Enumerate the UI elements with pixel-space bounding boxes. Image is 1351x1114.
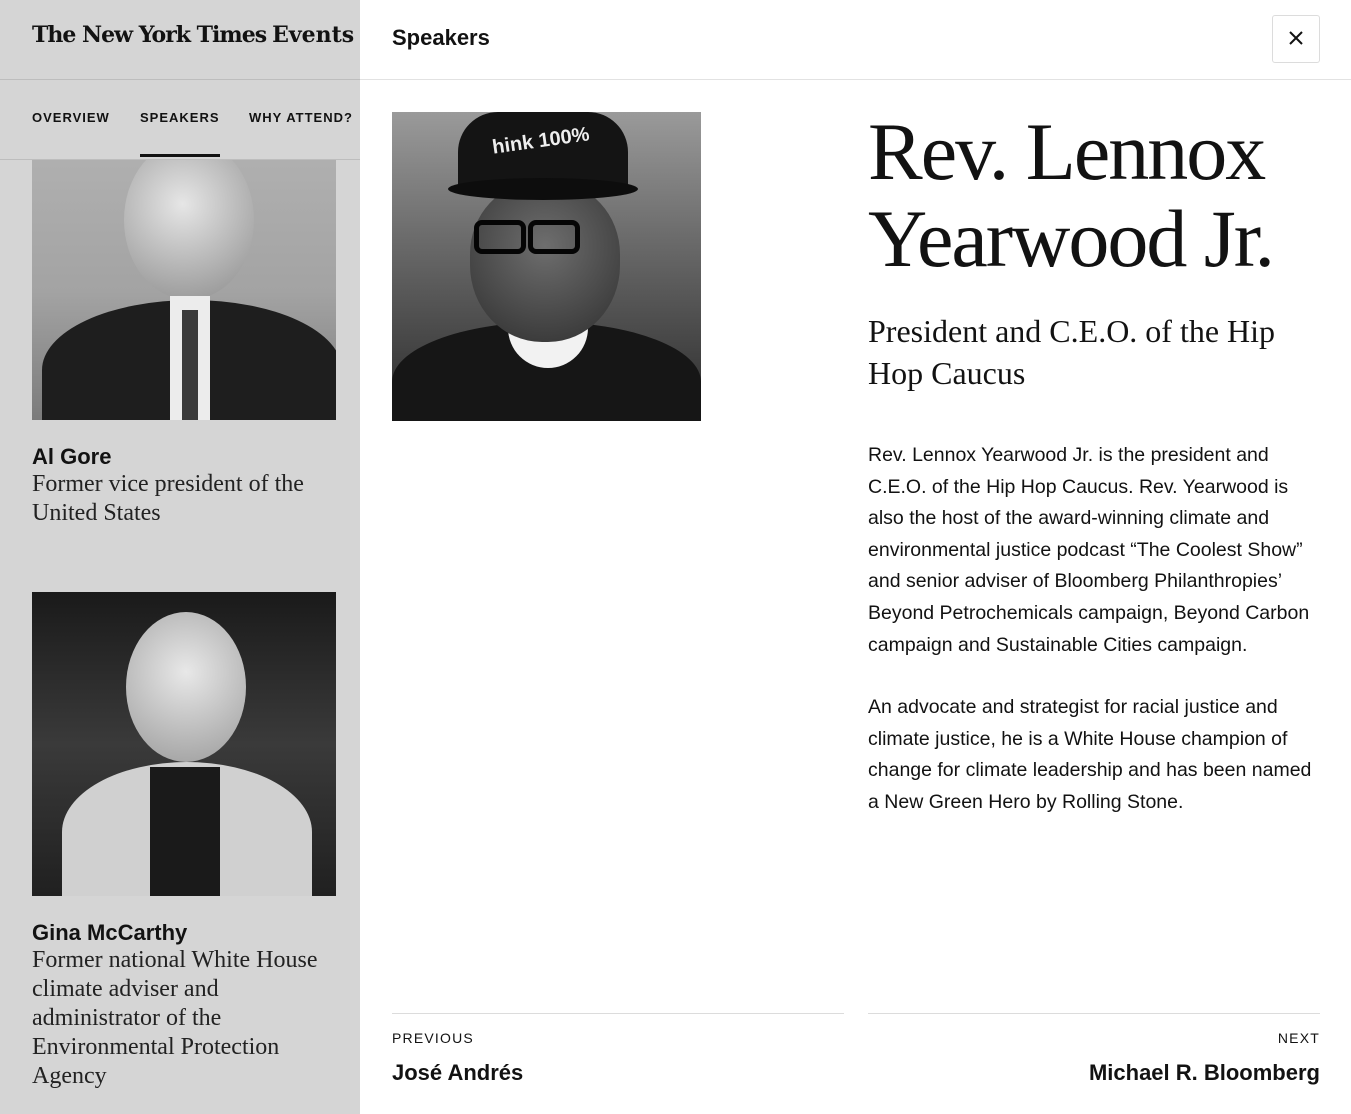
modal-title: Speakers	[392, 25, 490, 50]
tab-why-attend[interactable]: WHY ATTEND?	[249, 110, 353, 125]
previous-speaker-name: José Andrés	[392, 1060, 524, 1085]
nyt-wordmark: The New York Times	[32, 22, 267, 48]
speaker-title: Former national White House climate advi…	[32, 947, 318, 1089]
speaker-title: Former vice president of the United Stat…	[32, 471, 304, 526]
modal-header: Speakers	[360, 0, 1351, 80]
speaker-card-gina-mccarthy[interactable]: Gina McCarthy Former national White Hous…	[32, 592, 336, 1091]
close-button[interactable]	[1272, 15, 1320, 63]
site-header: The New York Times Events	[0, 0, 360, 80]
speaker-name-heading: Rev. Lennox Yearwood Jr.	[868, 106, 1275, 284]
previous-label: PREVIOUS	[392, 1030, 474, 1046]
tab-overview[interactable]: OVERVIEW	[32, 110, 110, 125]
next-speaker-name: Michael R. Bloomberg	[1088, 1060, 1320, 1085]
close-icon	[1288, 30, 1304, 49]
speaker-role: President and C.E.O. of the Hip Hop Cauc…	[868, 313, 1276, 391]
tab-speakers[interactable]: SPEAKERS	[140, 110, 220, 157]
speaker-name: Al Gore	[32, 444, 112, 469]
speaker-photo	[32, 592, 336, 896]
speaker-detail-modal: Speakers hink 100% Rev. Lennox Yearwood …	[360, 0, 1351, 1114]
speaker-name: Gina McCarthy	[32, 920, 188, 945]
previous-speaker-link[interactable]: PREVIOUS José Andrés	[392, 1013, 844, 1114]
nyt-events-logo[interactable]: The New York Times Events	[32, 22, 354, 52]
speaker-card-al-gore[interactable]: Al Gore Former vice president of the Uni…	[32, 100, 336, 528]
section-nav: OVERVIEW SPEAKERS WHY ATTEND?	[0, 80, 360, 160]
speaker-bio-paragraph: An advocate and strategist for racial ju…	[868, 696, 1312, 813]
background-page: The New York Times Events OVERVIEW SPEAK…	[0, 0, 360, 1114]
next-speaker-link[interactable]: NEXT Michael R. Bloomberg	[868, 1013, 1320, 1114]
next-label: NEXT	[1277, 1030, 1320, 1046]
speaker-bio-paragraph: Rev. Lennox Yearwood Jr. is the presiden…	[868, 444, 1310, 656]
speaker-photo: hink 100%	[392, 112, 701, 421]
events-wordmark: Events	[272, 22, 355, 48]
